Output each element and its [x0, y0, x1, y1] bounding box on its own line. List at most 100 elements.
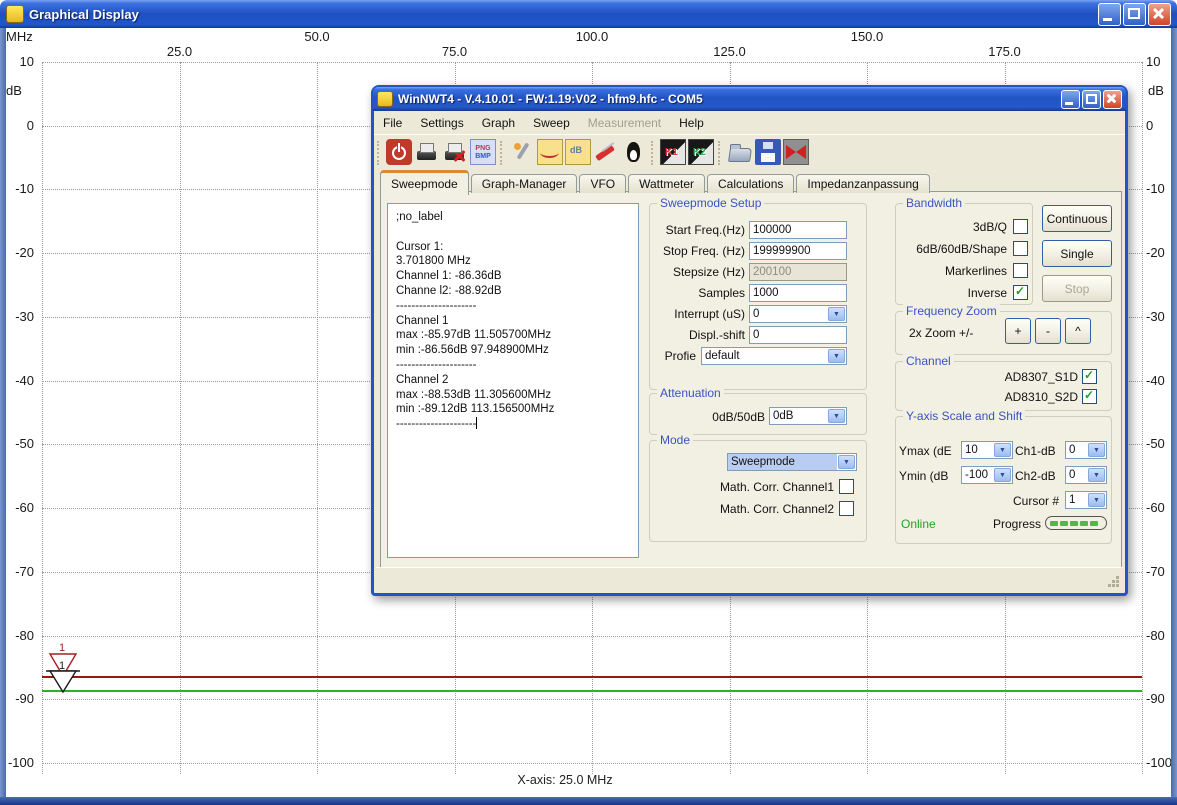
- winnwt4-window: WinNWT4 - V.4.10.01 - FW:1.19:V02 - hfm9…: [371, 85, 1128, 596]
- start-freq-hz-input[interactable]: 100000: [749, 221, 847, 239]
- print-cancel-icon[interactable]: [442, 139, 468, 165]
- y-tick-label-left: -90: [2, 691, 34, 706]
- save-file-icon[interactable]: [755, 139, 781, 165]
- menu-file[interactable]: File: [374, 112, 411, 134]
- group-legend: Mode: [657, 433, 693, 447]
- app-maximize-button[interactable]: [1082, 90, 1101, 109]
- toolbar-separator: [651, 141, 655, 165]
- zoom-out-button[interactable]: -: [1035, 318, 1061, 344]
- tab-calculations[interactable]: Calculations: [707, 174, 794, 193]
- 6db-60db-shape-label: 6dB/60dB/Shape: [895, 242, 1007, 257]
- menu-settings[interactable]: Settings: [411, 112, 472, 134]
- print-icon[interactable]: [414, 139, 440, 165]
- x-tick-label: 25.0: [155, 44, 205, 59]
- math-corr-channel2-checkbox[interactable]: [839, 501, 854, 516]
- tab-graph-manager[interactable]: Graph-Manager: [471, 174, 578, 193]
- chevron-down-icon: ▼: [994, 443, 1011, 457]
- displ-shift-label: Displ.-shift: [651, 328, 745, 343]
- attenuation-label: 0dB/50dB: [689, 410, 765, 425]
- open-file-icon[interactable]: [727, 139, 753, 165]
- channel1-trace: [42, 676, 1142, 678]
- inverse-checkbox[interactable]: [1013, 285, 1028, 300]
- menu-graph[interactable]: Graph: [473, 112, 524, 134]
- ad8307-s1d-checkbox[interactable]: [1082, 369, 1097, 384]
- markerlines-checkbox[interactable]: [1013, 263, 1028, 278]
- single-button[interactable]: Single: [1042, 240, 1112, 267]
- linux-penguin-icon[interactable]: [621, 139, 647, 165]
- maximize-button[interactable]: [1123, 3, 1146, 26]
- stop-freq-hz-label: Stop Freq. (Hz): [651, 244, 745, 259]
- zoom-reset-button[interactable]: ^: [1065, 318, 1091, 344]
- channel2-trace: [42, 690, 1142, 692]
- tab-wattmeter[interactable]: Wattmeter: [628, 174, 705, 193]
- minimize-button[interactable]: [1098, 3, 1121, 26]
- knife-tool-icon[interactable]: [593, 139, 619, 165]
- cursor-markers[interactable]: 1 1: [40, 639, 86, 697]
- maximize-icon: [1128, 8, 1140, 19]
- ymax-select[interactable]: 10 ▼: [961, 441, 1013, 459]
- profie-select[interactable]: default▼: [701, 347, 847, 365]
- app-titlebar[interactable]: WinNWT4 - V.4.10.01 - FW:1.19:V02 - hfm9…: [373, 87, 1126, 111]
- k2-calibration-icon[interactable]: K2: [688, 139, 714, 165]
- samples-label: Samples: [651, 286, 745, 301]
- measurement-info-text[interactable]: ;no_label Cursor 1: 3.701800 MHz Channel…: [387, 203, 639, 558]
- y-tick-label-left: -30: [2, 309, 34, 324]
- graph-window-icon[interactable]: [537, 139, 563, 165]
- v-gridline: [1142, 62, 1143, 774]
- y-tick-label-left: -40: [2, 373, 34, 388]
- toolbar-separator: [377, 141, 381, 165]
- y-tick-label-left: -70: [2, 564, 34, 579]
- power-icon[interactable]: [386, 139, 412, 165]
- combo-value: Sweepmode: [728, 454, 837, 470]
- tab-sweepmode[interactable]: Sweepmode: [380, 170, 469, 195]
- tab-impedanzanpassung[interactable]: Impedanzanpassung: [796, 174, 929, 193]
- ch1-db-select[interactable]: 0 ▼: [1065, 441, 1107, 459]
- icon-text: K1: [665, 147, 678, 158]
- close-button[interactable]: [1148, 3, 1171, 26]
- export-image-icon[interactable]: PNGBMP: [470, 139, 496, 165]
- svg-text:1: 1: [59, 660, 65, 672]
- continuous-button[interactable]: Continuous: [1042, 205, 1112, 232]
- window-border-left: [0, 28, 6, 797]
- chevron-down-icon: ▼: [838, 455, 855, 469]
- k1-calibration-icon[interactable]: K1: [660, 139, 686, 165]
- disconnect-icon[interactable]: [783, 139, 809, 165]
- settings-tools-icon[interactable]: [509, 139, 535, 165]
- 3db-q-checkbox[interactable]: [1013, 219, 1028, 234]
- group-legend: Frequency Zoom: [903, 304, 1000, 318]
- ymin-select[interactable]: -100 ▼: [961, 466, 1013, 484]
- chevron-down-icon: ▼: [828, 349, 845, 363]
- ch2-db-select[interactable]: 0 ▼: [1065, 466, 1107, 484]
- math-corr-channel1-checkbox[interactable]: [839, 479, 854, 494]
- cancel-cross: [452, 149, 466, 163]
- displ-shift-input[interactable]: 0: [749, 326, 847, 344]
- combo-value: 0dB: [770, 408, 827, 424]
- stop-freq-hz-input[interactable]: 199999900: [749, 242, 847, 260]
- attenuation-select[interactable]: 0dB ▼: [769, 407, 847, 425]
- group-legend: Channel: [903, 354, 954, 368]
- outer-titlebar[interactable]: Graphical Display: [0, 0, 1177, 28]
- cursor-number-select[interactable]: 1 ▼: [1065, 491, 1107, 509]
- ch2-db-label: Ch2-dB: [1015, 469, 1061, 484]
- interrupt-us-select[interactable]: 0▼: [749, 305, 847, 323]
- chevron-down-icon: ▼: [828, 307, 845, 321]
- 6db-60db-shape-checkbox[interactable]: [1013, 241, 1028, 256]
- samples-input[interactable]: 1000: [749, 284, 847, 302]
- stop-button[interactable]: Stop: [1042, 275, 1112, 302]
- menu-sweep[interactable]: Sweep: [524, 112, 579, 134]
- app-close-button[interactable]: [1103, 90, 1122, 109]
- online-status: Online: [901, 517, 936, 531]
- combo-value: 1: [1066, 492, 1087, 508]
- app-minimize-button[interactable]: [1061, 90, 1080, 109]
- tab-vfo[interactable]: VFO: [579, 174, 626, 193]
- x-axis-scale-note: X-axis: 25.0 MHz: [455, 773, 675, 787]
- menu-measurement[interactable]: Measurement: [579, 112, 670, 134]
- ad8310-s2d-checkbox[interactable]: [1082, 389, 1097, 404]
- zoom-in-button[interactable]: +: [1005, 318, 1031, 344]
- db-scale-icon[interactable]: dB: [565, 139, 591, 165]
- mode-select[interactable]: Sweepmode ▼: [727, 453, 857, 471]
- v-gridline: [317, 62, 318, 774]
- ch1-db-label: Ch1-dB: [1015, 444, 1061, 459]
- math-corr-channel2-label: Math. Corr. Channel2: [704, 502, 834, 517]
- menu-help[interactable]: Help: [670, 112, 713, 134]
